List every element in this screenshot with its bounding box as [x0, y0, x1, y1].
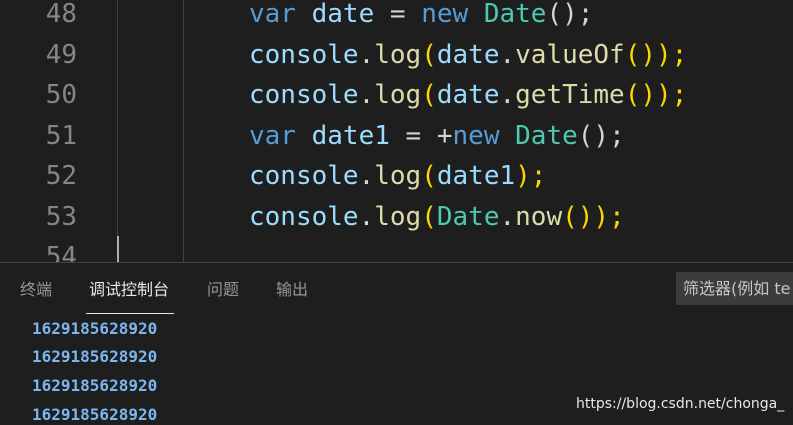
tab-output[interactable]: 输出 [276, 277, 308, 303]
code-line[interactable]: 51 var date1 = +new Date(); [0, 116, 793, 157]
code-line[interactable]: 53 console.log(Date.now()); [0, 197, 793, 238]
console-output-line: 1629185628920 [32, 347, 158, 366]
code-text[interactable]: var date = new Date(); [249, 0, 593, 35]
bottom-panel: 终端 调试控制台 问题 输出 筛选器(例如 te 1629185628920 1… [0, 262, 793, 425]
line-number: 54 [45, 242, 77, 262]
code-text[interactable]: console.log(Date.now()); [249, 197, 625, 238]
line-number: 48 [45, 0, 77, 29]
code-line[interactable]: 50 console.log(date.getTime()); [0, 75, 793, 116]
line-number: 51 [45, 120, 77, 151]
tab-debug-console[interactable]: 调试控制台 [89, 277, 169, 303]
console-output-line: 1629185628920 [32, 376, 158, 395]
code-text[interactable]: console.log(date.valueOf()); [249, 35, 687, 76]
code-line[interactable]: 49 console.log(date.valueOf()); [0, 35, 793, 76]
watermark: https://blog.csdn.net/chonga_ [576, 396, 785, 412]
line-number: 50 [45, 80, 77, 110]
active-tab-indicator [86, 313, 174, 314]
text-cursor [117, 236, 119, 262]
line-number: 53 [45, 201, 77, 232]
code-editor[interactable]: 48 var date = new Date(); 49 console.log… [0, 0, 793, 262]
code-text[interactable]: console.log(date.getTime()); [249, 75, 687, 116]
tab-problems[interactable]: 问题 [207, 277, 239, 303]
line-number: 49 [45, 39, 77, 70]
console-output-line: 1629185628920 [32, 319, 158, 338]
line-number: 52 [45, 161, 77, 191]
console-output-line: 1629185628920 [32, 405, 158, 424]
code-text[interactable]: var date1 = +new Date(); [249, 116, 625, 157]
code-text[interactable]: console.log(date1); [249, 156, 546, 197]
code-line[interactable]: 48 var date = new Date(); [0, 0, 793, 35]
tab-terminal[interactable]: 终端 [20, 277, 52, 303]
filter-input[interactable]: 筛选器(例如 te [676, 272, 793, 305]
code-line[interactable]: 52 console.log(date1); [0, 156, 793, 197]
